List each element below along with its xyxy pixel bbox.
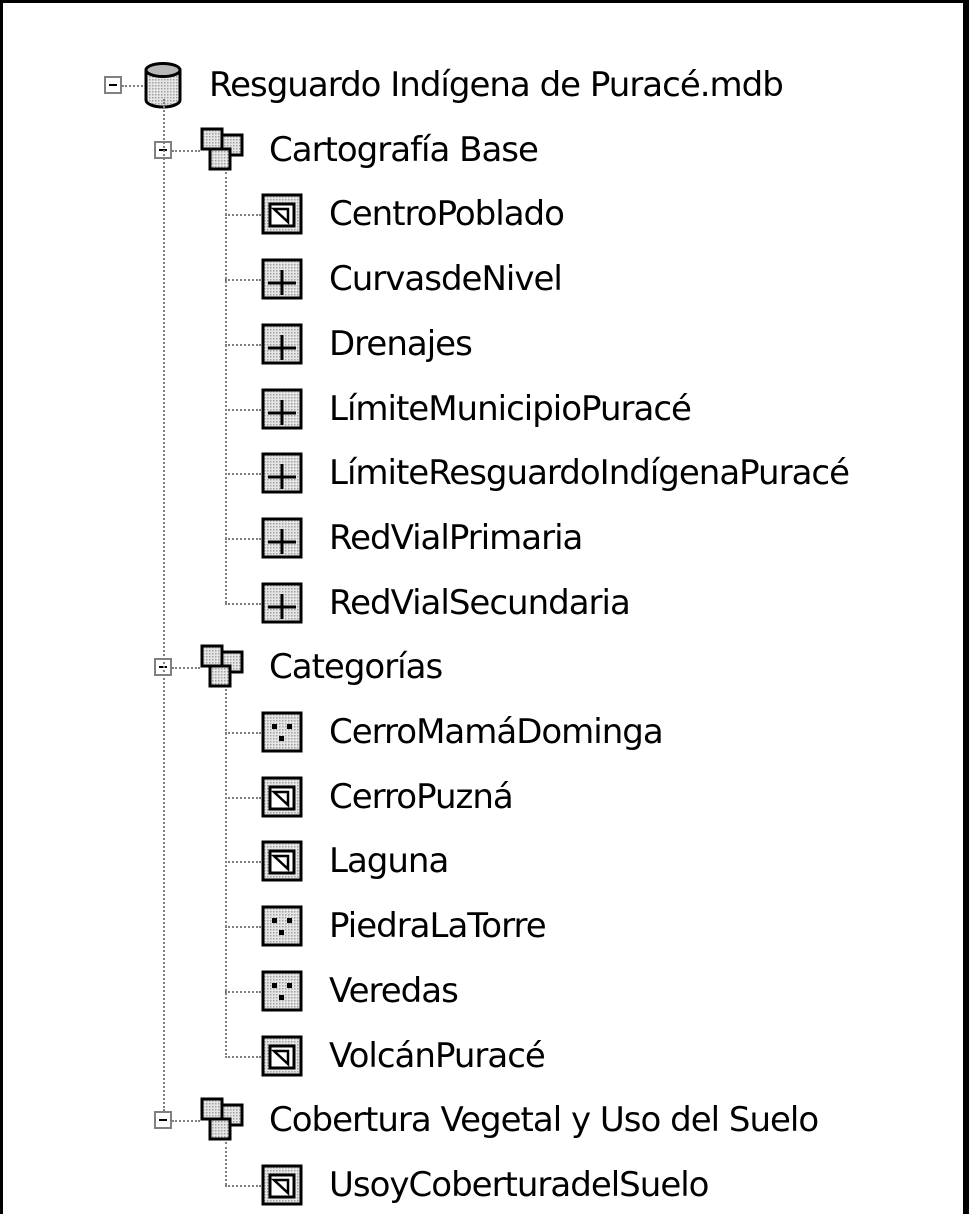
tree-connector-line — [225, 1055, 261, 1058]
polygon-feature-class-icon — [261, 776, 303, 818]
tree-connector-line — [225, 343, 261, 346]
feature-class-label[interactable]: UsoyCoberturadelSuelo — [329, 1165, 709, 1205]
feature-class-label[interactable]: RedVialPrimaria — [329, 518, 583, 558]
line-feature-class-icon — [261, 258, 303, 300]
catalog-tree: Resguardo Indígena de Puracé.mdb Cartogra… — [3, 3, 969, 1217]
tree-connector-line — [225, 537, 261, 540]
tree-connector-line — [225, 796, 261, 799]
feature-class-label[interactable]: CurvasdeNivel — [329, 259, 563, 299]
feature-dataset-label[interactable]: Cartografía Base — [269, 130, 539, 170]
line-feature-class-icon — [261, 323, 303, 365]
polygon-feature-class-icon — [261, 1035, 303, 1077]
feature-class-label[interactable]: PiedraLaTorre — [329, 906, 547, 946]
point-feature-class-icon — [261, 711, 303, 753]
feature-class-label[interactable]: LímiteMunicipioPuracé — [329, 389, 692, 429]
feature-dataset-icon — [200, 1097, 246, 1143]
feature-dataset-label[interactable]: Cobertura Vegetal y Uso del Suelo — [269, 1100, 819, 1140]
tree-connector-line — [225, 408, 261, 411]
line-feature-class-icon — [261, 517, 303, 559]
line-feature-class-icon — [261, 452, 303, 494]
tree-connector-line — [225, 1142, 227, 1185]
polygon-feature-class-icon — [261, 840, 303, 882]
tree-connector-line — [225, 473, 261, 476]
catalog-tree-panel: Resguardo Indígena de Puracé.mdb Cartogra… — [0, 0, 969, 1214]
tree-connector-line — [225, 214, 261, 217]
root-database-label[interactable]: Resguardo Indígena de Puracé.mdb — [209, 65, 784, 105]
tree-connector-line — [172, 1120, 200, 1123]
point-feature-class-icon — [261, 905, 303, 947]
root-expander-minus-icon[interactable] — [104, 76, 122, 94]
tree-connector-line — [122, 85, 143, 87]
feature-dataset-icon — [200, 644, 246, 690]
point-feature-class-icon — [261, 970, 303, 1012]
feature-class-label[interactable]: Drenajes — [329, 324, 473, 364]
line-feature-class-icon — [261, 582, 303, 624]
tree-connector-line — [225, 926, 261, 929]
tree-connector-line — [225, 279, 261, 282]
tree-connector-line — [225, 990, 261, 993]
feature-class-label[interactable]: LímiteResguardoIndígenaPuracé — [329, 453, 850, 493]
tree-connector-line — [225, 171, 227, 603]
feature-class-label[interactable]: CerroMamáDominga — [329, 712, 664, 752]
tree-connector-line — [163, 99, 165, 1112]
feature-class-label[interactable]: VolcánPuracé — [329, 1036, 546, 1076]
tree-connector-line — [172, 667, 200, 670]
tree-connector-line — [225, 1184, 261, 1187]
feature-dataset-label[interactable]: Categorías — [269, 647, 443, 687]
tree-connector-line — [225, 732, 261, 734]
tree-connector-line — [172, 149, 200, 152]
feature-class-label[interactable]: Laguna — [329, 841, 449, 881]
polygon-feature-class-icon — [261, 193, 303, 235]
tree-connector-line — [225, 602, 261, 605]
tree-connector-line — [225, 689, 227, 1056]
feature-class-label[interactable]: RedVialSecundaria — [329, 583, 631, 623]
group-expander-minus-icon[interactable] — [154, 1111, 172, 1130]
feature-class-label[interactable]: CentroPoblado — [329, 194, 565, 234]
feature-dataset-icon — [200, 127, 246, 173]
polygon-feature-class-icon — [261, 1164, 303, 1206]
tree-connector-line — [225, 861, 261, 864]
line-feature-class-icon — [261, 388, 303, 430]
feature-class-label[interactable]: Veredas — [329, 971, 459, 1011]
feature-class-label[interactable]: CerroPuzná — [329, 777, 514, 817]
